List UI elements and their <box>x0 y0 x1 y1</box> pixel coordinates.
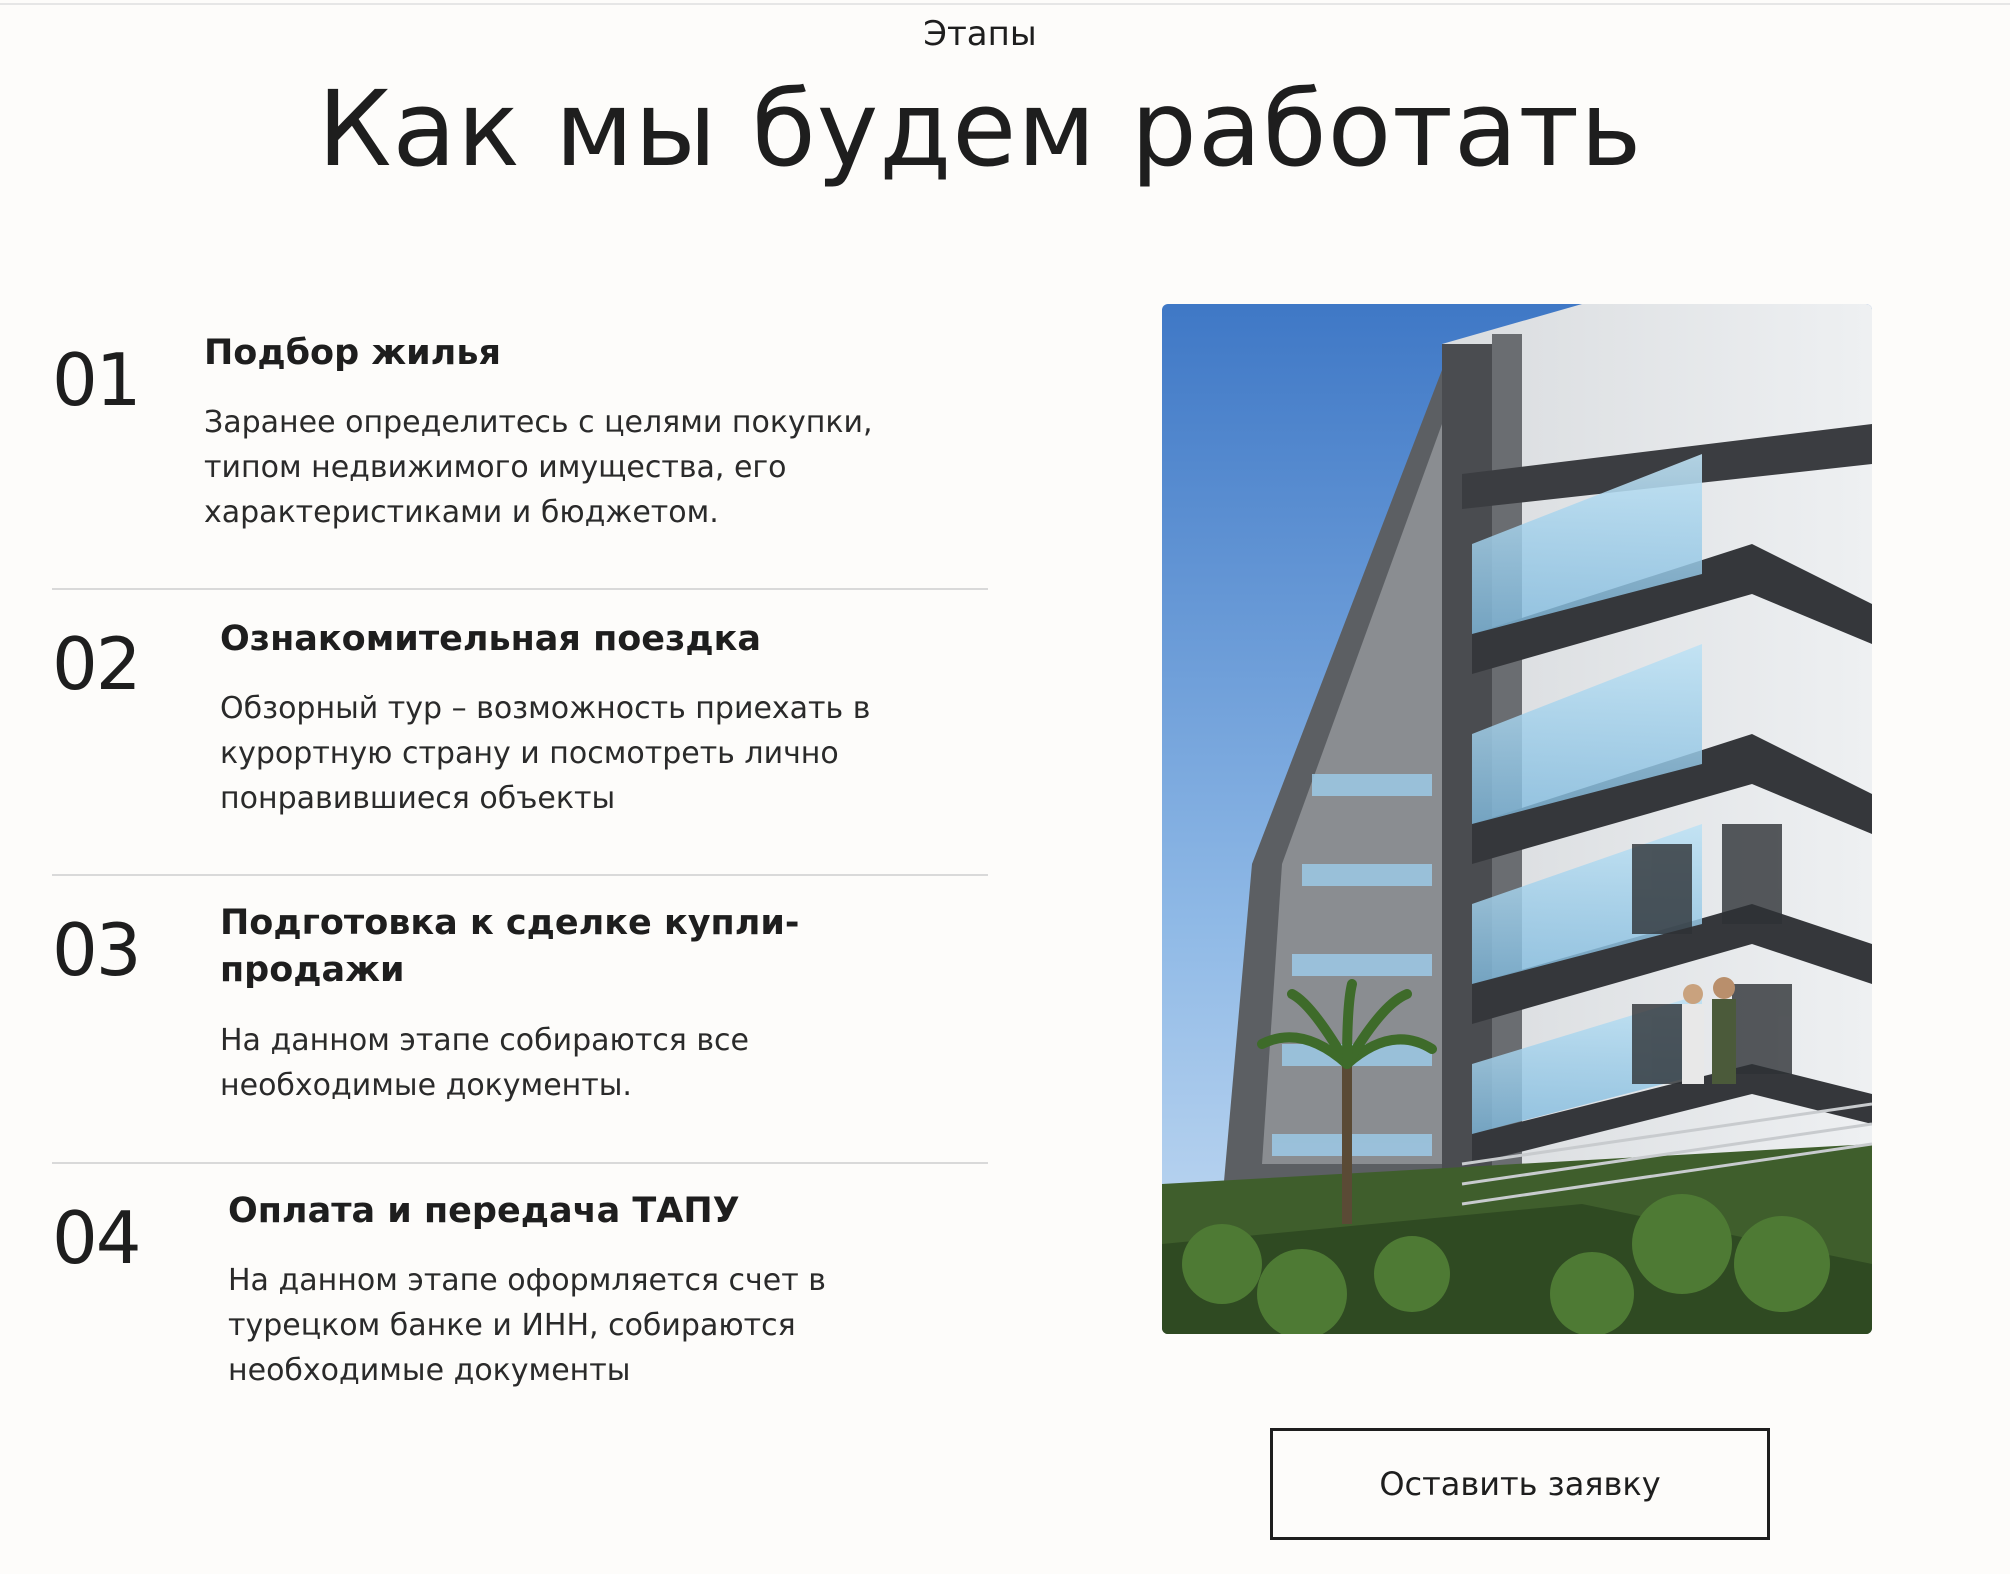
step-title: Оплата и передача ТАПУ <box>228 1191 740 1231</box>
step-description: Обзорный тур – возможность приехать в ку… <box>220 691 871 816</box>
step-title: Подбор жилья <box>204 333 501 373</box>
step-description: Заранее определитесь с целями покупки, т… <box>204 405 873 530</box>
step-01: 01 Подбор жилья Заранее определитесь с ц… <box>52 330 988 560</box>
submit-request-button[interactable]: Оставить заявку <box>1270 1428 1770 1540</box>
step-description: На данном этапе собираются все необходим… <box>220 1023 749 1103</box>
step-divider <box>52 1162 988 1164</box>
section-eyebrow: Этапы <box>923 14 1037 54</box>
section-title: Как мы будем работать <box>317 68 1643 190</box>
step-02: 02 Ознакомительная поездка Обзорный тур … <box>52 616 988 846</box>
step-number: 04 <box>52 1196 142 1280</box>
step-number: 01 <box>52 338 142 422</box>
step-03: 03 Подготовка к сделке купли- продажи На… <box>52 900 988 1130</box>
top-rule <box>0 0 2010 5</box>
step-description: На данном этапе оформляется счет в турец… <box>228 1263 826 1388</box>
building-photo <box>1162 304 1872 1334</box>
step-number: 03 <box>52 908 142 992</box>
step-divider <box>52 874 988 876</box>
step-title: Ознакомительная поездка <box>220 619 762 659</box>
step-divider <box>52 588 988 590</box>
step-title: Подготовка к сделке купли- продажи <box>220 903 800 991</box>
step-04: 04 Оплата и передача ТАПУ На данном этап… <box>52 1188 988 1418</box>
step-number: 02 <box>52 622 142 706</box>
